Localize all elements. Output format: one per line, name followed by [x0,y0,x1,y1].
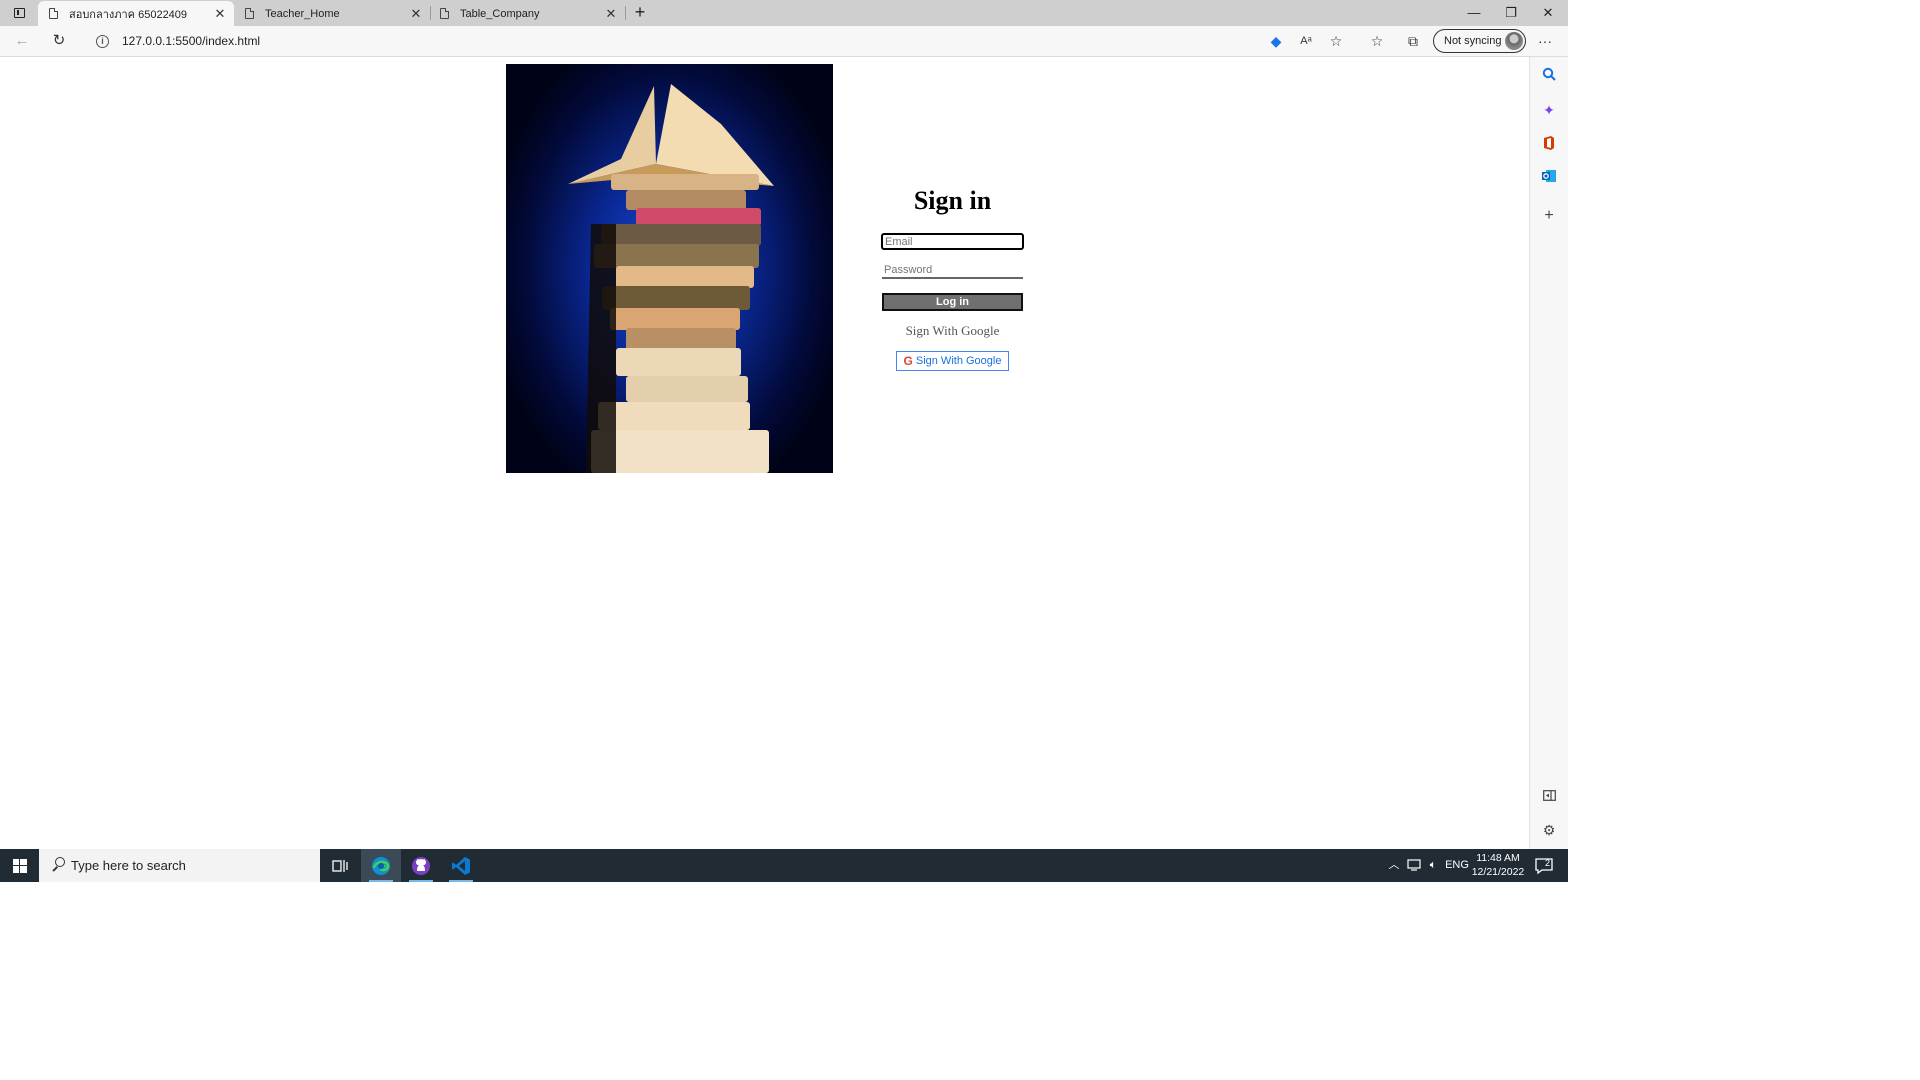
tab-title: Teacher_Home [265,7,340,20]
tab-active[interactable]: สอบกลางภาค 65022409 ✕ [38,1,234,26]
tab-actions-icon[interactable] [8,4,30,22]
email-field[interactable] [881,233,1024,250]
profile-sync-button[interactable]: Not syncing [1433,29,1526,53]
password-field[interactable] [882,263,1023,279]
volume-icon[interactable]: 🔈︎ [1424,849,1442,882]
close-window-button[interactable]: ✕ [1530,0,1566,26]
google-icon: G [903,354,913,368]
hide-sidebar-icon[interactable] [1540,787,1558,805]
tab-title: Table_Company [460,7,540,20]
tab-table-company[interactable]: Table_Company ✕ [429,1,625,26]
edge-taskbar-icon[interactable] [361,849,401,882]
page-icon [440,8,449,19]
add-icon[interactable]: + [1540,207,1558,225]
favorites-icon[interactable]: ☆ [1366,31,1388,51]
vscode-taskbar-icon[interactable] [441,849,481,882]
close-tab-icon[interactable]: ✕ [406,6,426,22]
search-placeholder: Type here to search [71,858,186,873]
books-stack-image [506,64,833,473]
network-icon[interactable] [1405,849,1423,882]
windows-logo-icon [12,858,27,873]
github-desktop-taskbar-icon[interactable] [401,849,441,882]
tab-separator [625,6,626,20]
new-tab-button[interactable]: + [630,3,650,23]
back-button[interactable]: ← [11,31,33,51]
browser-toolbar: ← ↻ i 127.0.0.1:5500/index.html ◆ Aᵃ ☆ ☆… [0,26,1568,57]
clock-date: 12/21/2022 [1471,866,1525,878]
google-button-label: Sign With Google [915,355,1002,367]
task-view-button[interactable] [320,849,360,882]
browser-tab-bar: สอบกลางภาค 65022409 ✕ Teacher_Home ✕ Tab… [0,0,1568,26]
restore-button[interactable]: ❐ [1493,0,1529,26]
copilot-icon[interactable]: ✦ [1540,101,1558,119]
tab-teacher-home[interactable]: Teacher_Home ✕ [234,1,430,26]
taskbar-search[interactable]: Type here to search [39,849,320,882]
site-info-icon[interactable]: i [96,35,109,48]
clock-time: 11:48 AM [1476,852,1520,864]
office-icon[interactable] [1540,135,1558,153]
notifications-button[interactable]: 2 [1532,849,1556,882]
sync-label: Not syncing [1444,35,1502,47]
add-favorite-icon[interactable]: ☆ [1325,31,1347,51]
address-bar[interactable]: 127.0.0.1:5500/index.html [122,34,260,48]
shopping-tag-icon[interactable]: ◆ [1265,31,1287,51]
page-title: Sign in [913,186,992,215]
windows-taskbar: Type here to search ︿ 🔈︎ ENG 11:48 AM 12… [0,849,1568,882]
close-tab-icon[interactable]: ✕ [210,6,230,22]
start-button[interactable] [0,849,39,882]
tab-title: สอบกลางภาค 65022409 [69,8,188,21]
more-menu-icon[interactable]: ··· [1534,31,1556,51]
search-icon [51,857,65,873]
refresh-button[interactable]: ↻ [48,31,70,51]
notification-count: 2 [1545,858,1551,868]
google-signin-text: Sign With Google [905,323,1000,338]
page-icon [245,8,254,19]
search-icon[interactable] [1540,67,1558,85]
google-signin-button[interactable]: G Sign With Google [896,351,1009,371]
language-indicator[interactable]: ENG [1445,849,1469,882]
outlook-icon[interactable] [1540,169,1558,187]
edge-sidebar: ✦ + ⚙ [1529,57,1568,849]
page-icon [49,8,58,19]
avatar [1505,32,1523,50]
login-button[interactable]: Log in [882,293,1023,311]
clock[interactable]: 11:48 AM 12/21/2022 [1470,851,1526,879]
close-tab-icon[interactable]: ✕ [601,6,621,22]
collections-icon[interactable]: ⧉ [1402,31,1424,51]
read-aloud-icon[interactable]: Aᵃ [1295,31,1317,51]
minimize-button[interactable]: — [1456,0,1492,26]
settings-icon[interactable]: ⚙ [1540,821,1558,839]
show-hidden-icons[interactable]: ︿ [1386,849,1402,882]
